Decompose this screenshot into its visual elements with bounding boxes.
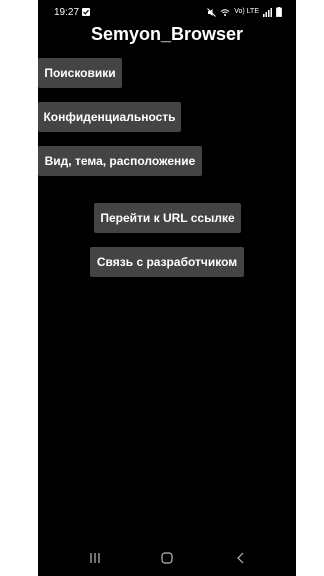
view-theme-layout-button[interactable]: Вид, тема, расположение: [38, 146, 202, 176]
mute-icon: [207, 7, 217, 17]
navigation-bar: [38, 540, 296, 576]
status-time: 19:27: [54, 7, 80, 18]
app-title: Semyon_Browser: [90, 24, 244, 44]
battery-icon: [276, 7, 282, 17]
search-engines-button[interactable]: Поисковики: [38, 58, 122, 88]
contact-developer-button[interactable]: Связь с разработчиком: [90, 247, 244, 277]
wifi-icon: [220, 8, 230, 16]
status-icons: Vo) LTE: [207, 7, 282, 17]
recent-apps-icon[interactable]: [85, 548, 105, 568]
phone-screen: 19:27 Vo) LTE Semyon_Browser Поисковики …: [38, 0, 296, 576]
home-icon[interactable]: [157, 548, 177, 568]
status-bar: 19:27 Vo) LTE: [38, 0, 296, 24]
signal-icon: [263, 7, 272, 17]
go-to-url-button[interactable]: Перейти к URL ссылке: [94, 203, 241, 233]
notification-icon: [82, 8, 90, 16]
lte-icon: Vo) LTE: [234, 8, 259, 15]
privacy-button[interactable]: Конфиденциальность: [38, 102, 181, 132]
back-icon[interactable]: [231, 548, 251, 568]
